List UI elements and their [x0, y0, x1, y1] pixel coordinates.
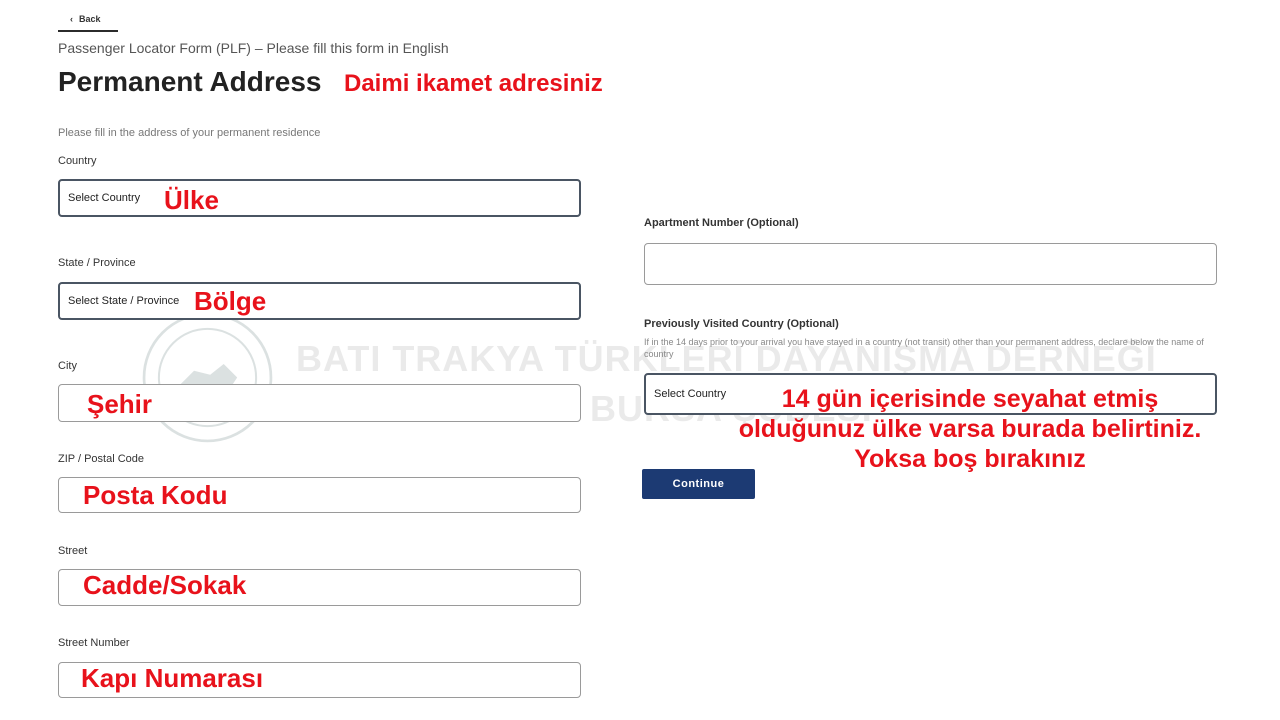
continue-button[interactable]: Continue [642, 469, 755, 499]
state-label: State / Province [58, 257, 136, 269]
visited-country-helper: If in the 14 days prior to your arrival … [644, 337, 1204, 359]
country-annotation: Ülke [164, 185, 219, 215]
zip-annotation: Posta Kodu [83, 480, 228, 510]
annotation-line: 14 gün içerisinde seyahat etmiş [781, 385, 1159, 413]
country-select[interactable]: Select Country Ülke [58, 179, 581, 217]
street-number-input[interactable]: Kapı Numarası [58, 662, 581, 698]
state-select[interactable]: Select State / Province Bölge [58, 282, 581, 320]
city-label: City [58, 360, 77, 372]
back-label: Back [79, 14, 101, 24]
country-label: Country [58, 155, 97, 167]
annotation-line: Yoksa boş bırakınız [854, 445, 1086, 473]
form-context: Passenger Locator Form (PLF) – Please fi… [58, 40, 449, 56]
street-annotation: Cadde/Sokak [83, 570, 247, 600]
state-annotation: Bölge [194, 286, 267, 316]
city-input[interactable]: Şehir [58, 384, 581, 422]
zip-label: ZIP / Postal Code [58, 453, 145, 465]
apartment-label: Apartment Number (Optional) [644, 217, 799, 229]
state-select-value: Select State / Province [68, 295, 180, 307]
page-title: Permanent Address [58, 66, 322, 97]
visited-country-annotation: 14 gün içerisinde seyahat etmiş olduğunu… [690, 384, 1250, 474]
visited-country-label: Previously Visited Country (Optional) [644, 318, 839, 330]
back-button[interactable]: ‹ Back [58, 8, 118, 32]
street-number-label: Street Number [58, 637, 130, 649]
annotation-line: olduğunuz ülke varsa burada belirtiniz. [738, 415, 1202, 443]
country-select-value: Select Country [68, 192, 141, 204]
apartment-input[interactable] [644, 243, 1217, 285]
zip-input[interactable]: Posta Kodu [58, 477, 581, 513]
street-input[interactable]: Cadde/Sokak [58, 569, 581, 606]
chevron-left-icon: ‹ [70, 14, 73, 24]
street-number-annotation: Kapı Numarası [81, 663, 264, 693]
city-annotation: Şehir [87, 389, 153, 419]
watermark-seal-icon [142, 312, 273, 443]
instruction-text: Please fill in the address of your perma… [58, 127, 321, 139]
street-label: Street [58, 545, 88, 557]
title-annotation: Daimi ikamet adresiniz [344, 70, 603, 97]
